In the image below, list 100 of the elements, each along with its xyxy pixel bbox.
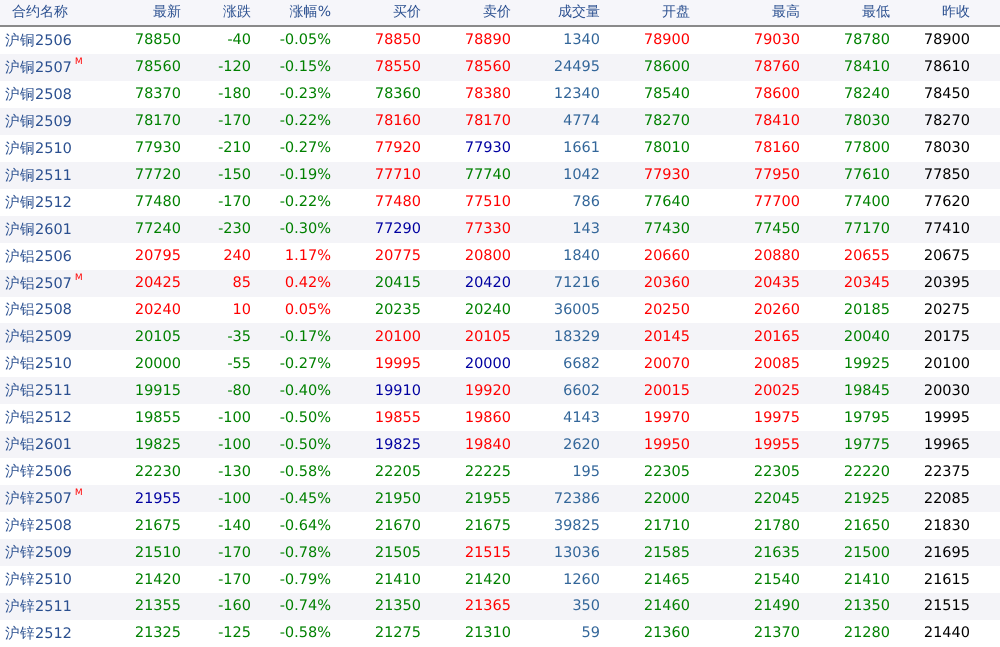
table-cell-text: 20070 (642, 356, 690, 372)
table-cell-text: -0.50% (278, 410, 331, 426)
table-cell-text: 19795 (842, 410, 890, 426)
table-cell-text: 71216 (552, 275, 600, 292)
table-cell-text: 22305 (752, 464, 800, 480)
table-cell-text: 78560 (134, 59, 181, 76)
column-header[interactable]: 卖价 (421, 3, 511, 22)
table-cell-text: 78170 (464, 113, 511, 130)
column-header[interactable]: 涨跌 (181, 3, 251, 22)
column-header[interactable]: 最高 (690, 3, 800, 22)
column-header[interactable]: 买价 (331, 3, 421, 22)
table-cell-text: 21635 (752, 544, 800, 561)
table-cell-text: 78850 (134, 32, 181, 48)
table-cell-text: 78850 (374, 32, 421, 48)
table-cell-text: 78030 (922, 140, 970, 156)
table-cell-text: 21440 (922, 625, 970, 642)
table-cell-text: 20040 (842, 328, 890, 345)
table-cell-text: 20085 (752, 356, 800, 372)
table-cell-text: 78760 (752, 59, 800, 76)
table-cell-text: -130 (217, 464, 251, 480)
table-cell-text: 78600 (642, 59, 690, 76)
table-row[interactable]: 沪铜2509 78170 -170 -0.22% 78160 78170 4774 78270 78410 78030 78270 (0, 108, 1000, 135)
table-cell-text: -170 (217, 113, 251, 130)
table-cell-text: 21780 (752, 518, 800, 534)
table-cell-text: 21420 (464, 572, 511, 588)
table-cell-text: 19855 (374, 410, 421, 426)
table-cell-text: 19970 (642, 410, 690, 426)
table-cell-text: 21830 (922, 518, 970, 534)
table-cell-text: -100 (217, 410, 251, 426)
table-cell-text: 21370 (752, 625, 800, 642)
table-cell-text: -0.22% (278, 194, 331, 210)
table-row[interactable]: 沪铜2511 77720 -150 -0.19% 77710 77740 1042 77930 77950 77610 77850 (0, 162, 1000, 189)
table-cell-text: 21540 (752, 572, 800, 588)
main-contract-label: M (74, 489, 83, 498)
table-row[interactable]: 沪铜2507 M 78560 -120 -0.15% 78550 78560 24495 78600 78760 78410 78610 (0, 54, 1000, 81)
table-cell-text: 2620 (562, 436, 600, 453)
table-cell-text: 20145 (642, 328, 690, 345)
table-cell-text: 19910 (374, 382, 421, 399)
table-row[interactable]: 沪铜2601 77240 -230 -0.30% 77290 77330 143 77430 77450 77170 77410 (0, 216, 1000, 243)
table-row[interactable]: 沪铝2509 20105 -35 -0.17% 20100 20105 18329 20145 20165 20040 20175 (0, 323, 1000, 350)
table-cell-text: -100 (217, 436, 251, 453)
table-cell-text: 19975 (752, 410, 800, 426)
table-cell-text: 20000 (134, 356, 181, 372)
column-header[interactable]: 昨收 (890, 3, 970, 22)
table-cell-text: 22225 (464, 464, 511, 480)
table-cell-text: 20260 (752, 302, 800, 318)
table-cell-text: 19950 (642, 436, 690, 453)
table-cell-text: 19825 (374, 436, 421, 453)
table-cell-text: 19825 (134, 436, 181, 453)
table-cell-text: 21310 (464, 625, 511, 642)
contract-name: 沪铜2512 (5, 194, 72, 212)
table-cell-text: 22375 (922, 464, 970, 480)
table-cell-text: 21950 (374, 490, 421, 507)
column-header[interactable]: 最低 (800, 3, 890, 22)
table-cell-text: -0.79% (278, 572, 331, 588)
table-cell-text: -40 (226, 32, 251, 48)
table-row[interactable]: 沪锌2507 M 21955 -100 -0.45% 21950 21955 72386 22000 22045 21925 22085 (0, 485, 1000, 512)
table-cell-text: 21955 (464, 490, 511, 507)
contract-name: 沪锌2511 (5, 598, 72, 616)
table-cell-text: 20775 (374, 248, 421, 264)
table-cell-text: -80 (226, 382, 251, 399)
table-cell-text: 240 (222, 248, 251, 264)
column-header[interactable]: 涨幅% (251, 3, 331, 22)
contract-name: 沪铝2510 (5, 354, 72, 374)
table-row[interactable]: 沪锌2509 21510 -170 -0.78% 21505 21515 13036 21585 21635 21500 21695 (0, 539, 1000, 566)
table-cell-text: -170 (217, 572, 251, 588)
table-row[interactable]: 沪铝2601 19825 -100 -0.50% 19825 19840 2620 19950 19955 19775 19965 (0, 431, 1000, 458)
table-row[interactable]: 沪铝2507 M 20425 85 0.42% 20415 20420 71216 20360 20435 20345 20395 (0, 270, 1000, 296)
table-cell-text: 0.05% (284, 302, 331, 318)
table-row[interactable]: 沪锌2511 21355 -160 -0.74% 21350 21365 350 21460 21490 21350 21515 (0, 592, 1000, 620)
column-header[interactable]: 最新 (110, 3, 181, 22)
table-cell-text: 77740 (464, 167, 511, 184)
table-cell-text: -170 (217, 194, 251, 210)
table-cell-text: 4774 (562, 113, 600, 130)
table-cell-text: 21695 (922, 544, 970, 561)
table-cell-text: -0.17% (278, 328, 331, 345)
table-cell-text: 21410 (374, 572, 421, 588)
table-cell-text: 78360 (374, 86, 421, 102)
table-cell-text: 20420 (464, 275, 511, 292)
table-cell-text: 79030 (752, 32, 800, 48)
table-cell-text: 22045 (752, 490, 800, 507)
table-cell-text: 20275 (922, 302, 970, 318)
table-row[interactable]: 沪铝2511 19915 -80 -0.40% 19910 19920 6602 20015 20025 19845 20030 (0, 377, 1000, 404)
table-cell-text: 19925 (842, 356, 890, 372)
contract-name: 沪铜2507 (5, 58, 72, 77)
table-cell-text: 20105 (134, 328, 181, 345)
table-cell-text: 78010 (642, 140, 690, 156)
table-cell-text: 77920 (374, 140, 421, 156)
column-header[interactable]: 开盘 (600, 3, 690, 22)
table-cell-text: 39825 (552, 518, 600, 534)
table-cell-text: 77480 (374, 194, 421, 210)
table-cell-text: 19995 (374, 356, 421, 372)
table-cell-text: 20240 (134, 302, 181, 318)
table-row[interactable]: 沪铝2508 20240 10 0.05% 20235 20240 36005 20250 20260 20185 20275 (0, 296, 1000, 324)
table-cell-text: 195 (571, 464, 600, 480)
table-cell-text: 1340 (562, 32, 600, 48)
table-cell-text: 21615 (922, 572, 970, 588)
column-header[interactable]: 成交量 (511, 3, 600, 22)
column-header[interactable]: 合约名称 (0, 3, 110, 22)
table-cell-text: 6682 (562, 356, 600, 372)
